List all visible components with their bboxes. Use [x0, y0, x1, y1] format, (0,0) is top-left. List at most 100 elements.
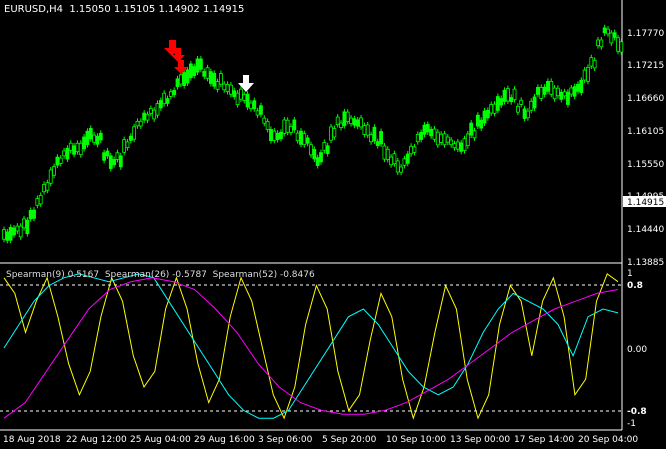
- spearman26-line: [3, 273, 619, 419]
- candle-body: [128, 135, 133, 141]
- candle-body: [572, 86, 577, 97]
- candle-body: [539, 86, 544, 99]
- candle-body: [125, 141, 130, 149]
- candle-body: [138, 120, 143, 127]
- candle-body: [332, 128, 337, 138]
- main-chart-area[interactable]: [0, 0, 624, 431]
- spearman9-line: [3, 273, 619, 420]
- candle-body: [98, 132, 103, 141]
- candle-body: [42, 183, 46, 193]
- candle-body: [372, 126, 377, 142]
- candle-body: [219, 73, 223, 85]
- time-tick: 18 Aug 2018: [3, 435, 61, 445]
- candle-body: [492, 103, 497, 114]
- candle-body: [512, 88, 517, 101]
- candle-body: [596, 39, 600, 47]
- candle-body: [576, 83, 580, 92]
- indicator-area[interactable]: [0, 273, 622, 420]
- candle-body: [285, 119, 290, 133]
- candle-body: [208, 71, 213, 84]
- candle-body: [58, 157, 63, 164]
- candle-body: [115, 152, 120, 160]
- candle-body: [309, 144, 313, 156]
- candle-body: [342, 111, 347, 127]
- current-price-label: 1.14915: [627, 198, 664, 208]
- candle-body: [229, 84, 233, 95]
- candle-body: [15, 225, 20, 232]
- candle-body: [432, 128, 437, 140]
- candle-body: [462, 138, 467, 151]
- candle-body: [32, 209, 36, 219]
- price-tick: 1.16105: [627, 127, 664, 137]
- candle-body: [68, 142, 73, 151]
- candle-body: [616, 37, 620, 52]
- candle-body: [515, 105, 520, 113]
- candle-body: [365, 124, 370, 136]
- candle-body: [429, 128, 434, 137]
- candle-body: [75, 142, 80, 153]
- candle-body: [305, 137, 310, 144]
- candle-body: [329, 126, 333, 141]
- candle-body: [409, 145, 414, 155]
- candle-body: [355, 119, 360, 127]
- candle-body: [195, 58, 200, 73]
- candle-body: [18, 225, 23, 238]
- candle-body: [2, 229, 6, 240]
- time-tick: 22 Aug 12:00: [66, 435, 127, 445]
- price-tick: 1.17215: [627, 61, 664, 71]
- price-chart[interactable]: 1.17770 1.17215 1.16660 1.16105 1.15550 …: [0, 0, 666, 449]
- candle-body: [45, 182, 50, 191]
- candle-body: [52, 166, 56, 176]
- sell-arrow-icon: [164, 40, 188, 74]
- candle-body: [22, 218, 26, 229]
- price-tick: 1.15550: [627, 160, 664, 170]
- candle-body: [142, 112, 147, 121]
- candle-body: [239, 88, 243, 100]
- candle-body: [522, 108, 527, 119]
- candle-body: [452, 143, 457, 149]
- time-tick: 17 Sep 14:00: [514, 435, 574, 445]
- candle-body: [82, 136, 86, 150]
- candle-body: [389, 156, 393, 166]
- time-tick: 10 Sep 10:00: [386, 435, 446, 445]
- candle-body: [405, 153, 410, 164]
- candle-body: [469, 122, 474, 136]
- candle-body: [202, 71, 207, 77]
- candle-body: [532, 96, 537, 109]
- candle-body: [345, 111, 350, 122]
- candle-body: [175, 78, 180, 87]
- candle-body: [435, 131, 440, 146]
- candle-body: [566, 91, 570, 105]
- price-tick: 1.16660: [627, 94, 664, 104]
- time-tick: 3 Sep 06:00: [258, 435, 313, 445]
- candle-body: [262, 117, 267, 124]
- candle-body: [529, 100, 534, 111]
- symbol-label: EURUSD,H4: [4, 4, 64, 15]
- candle-body: [425, 124, 430, 133]
- candle-body: [108, 155, 113, 169]
- candle-body: [145, 114, 150, 121]
- candle-body: [255, 110, 260, 116]
- time-tick: 25 Aug 04:00: [130, 435, 191, 445]
- time-tick: 5 Sep 20:00: [322, 435, 377, 445]
- candle-body: [105, 150, 110, 157]
- candle-body: [499, 98, 504, 106]
- candle-body: [392, 153, 397, 165]
- chart-header: EURUSD,H4 1.15050 1.15105 1.14902 1.1491…: [4, 4, 244, 15]
- candle-body: [362, 125, 367, 135]
- indicator-tick: 0.00: [627, 345, 647, 355]
- candle-body: [412, 146, 417, 153]
- candle-body: [559, 91, 564, 100]
- price-tick: 1.17770: [627, 29, 664, 39]
- candle-body: [349, 117, 353, 125]
- candle-body: [72, 145, 76, 155]
- candle-body: [155, 103, 160, 116]
- candle-body: [399, 166, 403, 173]
- candle-body: [592, 59, 597, 69]
- indicator-tick: 1: [627, 269, 633, 279]
- candle-body: [395, 160, 400, 173]
- candle-body: [272, 130, 277, 141]
- candle-body: [192, 66, 197, 76]
- candle-body: [38, 195, 43, 205]
- time-tick: 13 Sep 00:00: [450, 435, 510, 445]
